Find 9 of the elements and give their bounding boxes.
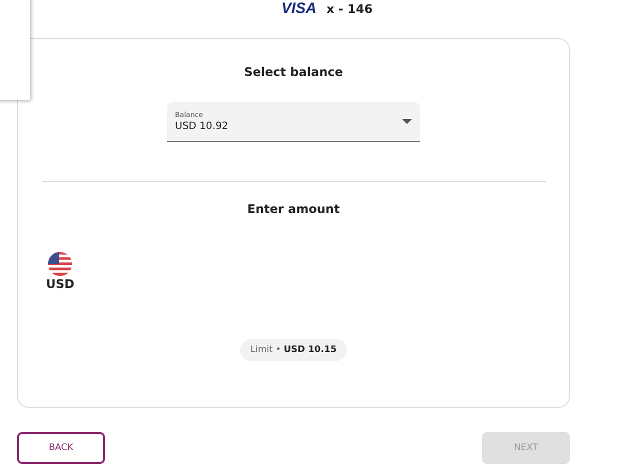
flag-icon <box>48 252 72 276</box>
back-button[interactable]: BACK <box>17 432 105 464</box>
currency-code: USD <box>46 277 74 291</box>
card-number: x - 146 <box>326 1 373 17</box>
section-title: Select balance <box>244 65 343 79</box>
caret-icon <box>402 119 412 124</box>
section-title: Enter amount <box>247 202 340 216</box>
card-brand-logo: VISA <box>281 1 316 17</box>
limit-badge: Limit • USD 10.15 <box>240 339 347 361</box>
